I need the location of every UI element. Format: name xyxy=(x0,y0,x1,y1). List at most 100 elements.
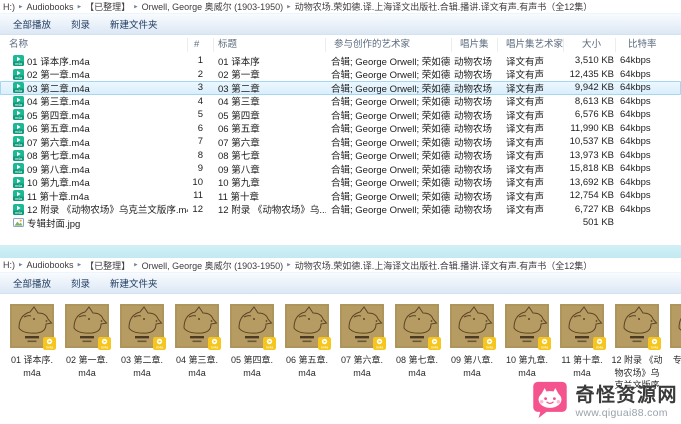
file-name-cell: m4a 08 第七章.m4a xyxy=(0,148,188,162)
svg-text:m4a: m4a xyxy=(15,170,22,174)
file-row[interactable]: m4a 04 第三章.m4a 4 04 第三章 合辑; George Orwell; 荣… xyxy=(0,95,681,108)
thumbnail-item[interactable]: m4a 05 第四章. m4a xyxy=(230,304,276,392)
column-header-name[interactable]: 名称 xyxy=(0,38,188,52)
thumbnail-item[interactable]: m4a 10 第九章. m4a xyxy=(505,304,551,392)
qiguai-logo-icon xyxy=(530,381,570,423)
file-name-label: 08 第七章.m4a xyxy=(27,151,90,163)
column-header-artists[interactable]: 参与创作的艺术家 xyxy=(326,38,452,52)
bitrate-cell: 64kbps xyxy=(620,149,651,161)
svg-text:m4a: m4a xyxy=(376,345,384,349)
breadcrumb-arrow-icon: ▸ xyxy=(134,3,138,10)
toolbar-button-play-all[interactable]: 全部播放 xyxy=(6,15,58,33)
m4a-badge-icon: m4a xyxy=(43,337,56,350)
thumbnail-item[interactable]: m4a 11 第十章. m4a xyxy=(560,304,606,392)
album-cover-thumbnail: m4a xyxy=(450,304,496,350)
bitrate-cell: 64kbps xyxy=(620,122,651,134)
breadcrumb-segment[interactable]: Audiobooks xyxy=(27,260,74,270)
toolbar-button-burn[interactable]: 刻录 xyxy=(64,274,97,292)
file-row[interactable]: 专辑封面.jpg 501 KB xyxy=(0,216,681,230)
track-number-cell: 12 xyxy=(192,203,203,215)
breadcrumb-segment[interactable]: H:) xyxy=(3,260,15,270)
file-row[interactable]: m4a 01 译本序.m4a 1 01 译本序 合辑; George Orwell; 荣… xyxy=(0,54,681,68)
m4a-badge-icon: m4a xyxy=(648,337,661,350)
artists-cell: 合辑; George Orwell; 荣如德 xyxy=(331,83,451,95)
file-row[interactable]: m4a 02 第一章.m4a 2 02 第一章 合辑; George Orwell; 荣… xyxy=(0,68,681,81)
thumbnail-item[interactable]: m4a 09 第八章. m4a xyxy=(450,304,496,392)
bitrate-cell: 64kbps xyxy=(620,68,651,80)
breadcrumb-segment[interactable]: 【已整理】 xyxy=(85,259,130,272)
m4a-file-icon: m4a xyxy=(13,163,24,175)
thumbnail-label: 09 第八章. m4a xyxy=(444,354,500,379)
thumbnail-item[interactable]: m4a 02 第一章. m4a xyxy=(65,304,111,392)
toolbar-button-burn[interactable]: 刻录 xyxy=(64,15,97,33)
file-name-cell: 专辑封面.jpg xyxy=(0,216,188,230)
thumbnail-item[interactable]: m4a 01 译本序. m4a xyxy=(10,304,56,392)
file-row[interactable]: m4a 05 第四章.m4a 5 05 第四章 合辑; George Orwell; 荣… xyxy=(0,108,681,122)
column-header-album[interactable]: 唱片集 xyxy=(452,38,498,52)
column-header-track[interactable]: # xyxy=(188,38,214,52)
album-cell: 动物农场 xyxy=(454,205,493,217)
column-header-album_artist[interactable]: 唱片集艺术家 xyxy=(498,38,564,52)
size-cell: 13,692 KB xyxy=(569,176,614,188)
thumbnail-item[interactable]: m4a 07 第六章. m4a xyxy=(340,304,386,392)
file-row[interactable]: m4a 07 第六章.m4a 7 07 第六章 合辑; George Orwell; 荣… xyxy=(0,135,681,149)
m4a-badge-icon: m4a xyxy=(373,337,386,350)
thumbnail-item[interactable]: m4a 06 第五章. m4a xyxy=(285,304,331,392)
m4a-file-icon: m4a xyxy=(13,190,24,202)
file-row[interactable]: m4a 09 第八章.m4a 9 09 第八章 合辑; George Orwell; 荣… xyxy=(0,162,681,176)
file-row[interactable]: m4a 12 附录 《动物农场》乌克兰文版序.m4a 12 12 附录 《动物农场》乌… xyxy=(0,203,681,217)
title-cell: 05 第四章 xyxy=(218,110,260,122)
column-header-bitrate[interactable]: 比特率 xyxy=(616,38,681,52)
file-row[interactable]: m4a 08 第七章.m4a 8 08 第七章 合辑; George Orwell; 荣… xyxy=(0,148,681,163)
breadcrumb-segment[interactable]: H:) xyxy=(3,2,15,12)
thumbnail-label-line: jpg xyxy=(664,367,681,380)
file-rows: m4a 01 译本序.m4a 1 01 译本序 合辑; George Orwell; 荣… xyxy=(0,54,681,230)
artists-cell: 合辑; George Orwell; 荣如德 xyxy=(331,178,451,190)
thumbnail-label: 10 第九章. m4a xyxy=(499,354,555,379)
svg-text:m4a: m4a xyxy=(266,345,274,349)
size-cell: 12,435 KB xyxy=(569,68,614,80)
title-cell: 07 第六章 xyxy=(218,137,260,149)
breadcrumb-segment[interactable]: 动物农场.荣如德.译.上海译文出版社.合辑.播讲.译文有声.有声书（全12集） xyxy=(295,0,593,13)
size-cell: 501 KB xyxy=(582,217,614,229)
thumbnail-item[interactable]: m4a 12 附录 《动 物农场》乌 克兰文版序 xyxy=(611,304,663,392)
svg-text:m4a: m4a xyxy=(156,345,164,349)
file-row[interactable]: m4a 03 第二章.m4a 3 03 第二章 合辑; George Orwell; 荣… xyxy=(0,81,681,95)
thumbnail-label-line: m4a xyxy=(353,367,371,378)
thumbnail-item[interactable]: m4a 03 第二章. m4a xyxy=(120,304,166,392)
toolbar-button-new-folder[interactable]: 新建文件夹 xyxy=(103,15,165,33)
album-cover-thumbnail: m4a xyxy=(285,304,331,350)
thumbnail-item[interactable]: m4a 08 第七章. m4a xyxy=(395,304,441,392)
breadcrumb-segment[interactable]: 【已整理】 xyxy=(85,0,130,13)
size-cell: 10,537 KB xyxy=(569,136,614,148)
m4a-badge-icon: m4a xyxy=(318,337,331,350)
column-header-title[interactable]: 标题 xyxy=(214,38,326,52)
thumbnail-item[interactable]: 专辑封面.jpg xyxy=(670,304,681,392)
track-number-cell: 6 xyxy=(197,122,203,134)
thumbnail-label: 03 第二章. m4a xyxy=(114,354,170,379)
file-row[interactable]: m4a 10 第九章.m4a 10 10 第九章 合辑; George Orwell; … xyxy=(0,176,681,190)
file-row[interactable]: m4a 11 第十章.m4a 11 11 第十章 合辑; George Orwell; … xyxy=(0,189,681,203)
bitrate-cell: 64kbps xyxy=(620,190,651,202)
watermark-text: 奇怪资源网 www.qiguai88.com xyxy=(575,385,678,419)
breadcrumb-segment[interactable]: Orwell, George 奥威尔 (1903-1950) xyxy=(142,0,284,13)
album-cover-thumbnail: m4a xyxy=(340,304,386,350)
toolbar-button-new-folder[interactable]: 新建文件夹 xyxy=(103,274,165,292)
column-header-size[interactable]: 大小 xyxy=(564,38,616,52)
m4a-badge-icon: m4a xyxy=(153,337,166,350)
breadcrumb-segment[interactable]: Orwell, George 奥威尔 (1903-1950) xyxy=(142,259,284,272)
svg-text:m4a: m4a xyxy=(541,345,549,349)
bitrate-cell: 64kbps xyxy=(620,95,651,107)
breadcrumb-segment[interactable]: Audiobooks xyxy=(27,2,74,12)
artists-cell: 合辑; George Orwell; 荣如德 xyxy=(331,205,451,217)
m4a-file-icon: m4a xyxy=(13,95,24,107)
album-cell: 动物农场 xyxy=(454,83,493,95)
thumbnail-item[interactable]: m4a 04 第三章. m4a xyxy=(175,304,221,392)
title-cell: 11 第十章 xyxy=(218,191,260,203)
breadcrumb-segment[interactable]: 动物农场.荣如德.译.上海译文出版社.合辑.播讲.译文有声.有声书（全12集） xyxy=(295,259,593,272)
toolbar-button-play-all[interactable]: 全部播放 xyxy=(6,274,58,292)
command-toolbar: 全部播放 刻录 新建文件夹 xyxy=(0,13,681,35)
top-explorer-pane: H:) ▸ Audiobooks ▸ 【已整理】 ▸ Orwell, George 奥威尔 … xyxy=(0,0,681,245)
title-cell: 08 第七章 xyxy=(218,151,260,163)
file-row[interactable]: m4a 06 第五章.m4a 6 06 第五章 合辑; George Orwell; 荣… xyxy=(0,122,681,135)
